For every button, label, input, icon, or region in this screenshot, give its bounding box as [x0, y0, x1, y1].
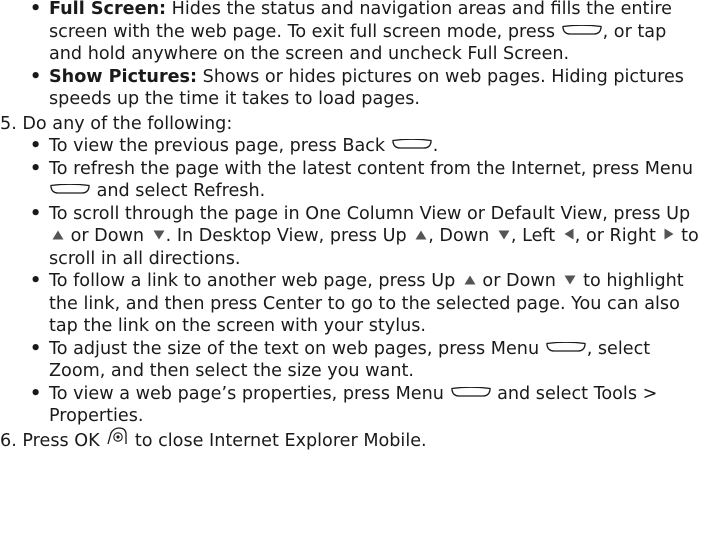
bullet-properties: • To view a web page’s properties, press… [0, 383, 701, 428]
softkey-icon [50, 178, 90, 201]
arrow-up-icon [415, 224, 427, 247]
arrow-down-icon [564, 269, 576, 292]
ok-button-icon [106, 427, 128, 452]
properties-text-a: To view a web page’s properties, press M… [49, 383, 450, 404]
bullet-zoom: • To adjust the size of the text on web … [0, 338, 701, 383]
bullet-mark: • [30, 0, 42, 19]
step-6-text-b: to close Internet Explorer Mobile. [129, 430, 427, 451]
link-text-b: or Down [476, 271, 562, 291]
softkey-icon [546, 336, 586, 359]
refresh-text-b: and select Refresh. [91, 181, 266, 201]
softkey-icon [392, 133, 432, 156]
back-text-a: To view the previous page, press Back [49, 136, 391, 156]
softkey-icon [561, 19, 602, 42]
bullet-follow-link: • To follow a link to another web page, … [0, 270, 701, 338]
scroll-text-a: To scroll through the page in One Column… [49, 203, 691, 224]
arrow-right-icon [664, 224, 674, 247]
arrow-down-icon [153, 224, 165, 247]
term-full-screen: Full Screen: [49, 0, 167, 19]
step-6: 6. Press OK to close Internet Explorer M… [0, 427, 707, 453]
link-text-a: To follow a link to another web page, pr… [49, 271, 461, 291]
bullet-mark: • [30, 383, 42, 404]
scroll-text-e: , Left [510, 226, 561, 246]
arrow-left-icon [564, 224, 574, 247]
bullet-refresh: • To refresh the page with the latest co… [0, 158, 701, 203]
bullet-scroll: • To scroll through the page in One Colu… [0, 203, 701, 271]
bullet-show-pictures: • Show Pictures: Shows or hides pictures… [0, 66, 701, 111]
term-show-pictures: Show Pictures: [49, 66, 198, 87]
scroll-text-f: , or Right [574, 226, 662, 246]
back-text-b: . [432, 136, 439, 156]
bullet-mark: • [30, 158, 42, 179]
scroll-text-b: or Down [65, 226, 150, 246]
bullet-mark: • [30, 66, 42, 87]
refresh-text-a: To refresh the page with the latest cont… [49, 158, 694, 179]
bullet-mark: • [30, 136, 42, 156]
arrow-down-icon [498, 224, 510, 247]
arrow-up-icon [464, 269, 476, 292]
bullet-mark: • [30, 271, 42, 291]
step-6-text-a: 6. Press OK [0, 430, 106, 451]
bullet-full-screen: • Full Screen: Hides the status and navi… [0, 0, 701, 66]
bullet-back: • To view the previous page, press Back … [0, 135, 701, 158]
softkey-icon [450, 381, 491, 404]
scroll-text-c: . In Desktop View, press Up [165, 226, 413, 246]
manual-page: • Full Screen: Hides the status and navi… [0, 0, 707, 452]
zoom-text-a: To adjust the size of the text on web pa… [49, 338, 545, 359]
bullet-mark: • [30, 338, 42, 359]
arrow-up-icon [52, 224, 64, 247]
scroll-text-d: , Down [428, 226, 495, 246]
step-5-heading: 5. Do any of the following: [0, 113, 233, 134]
bullet-mark: • [30, 203, 42, 224]
